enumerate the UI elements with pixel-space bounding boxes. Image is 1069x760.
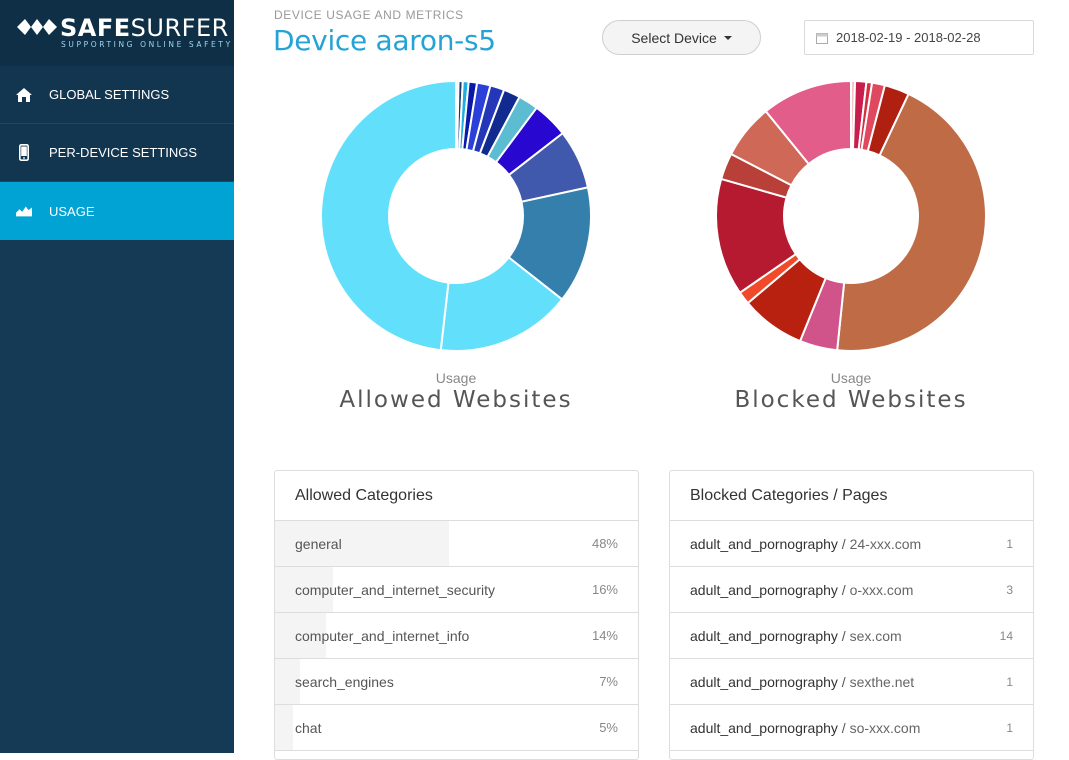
blocked-category: adult_and_pornography — [690, 627, 838, 644]
home-icon — [16, 87, 32, 103]
chart-icon — [16, 203, 32, 219]
brand-name: SAFESURFER — [60, 14, 229, 42]
table-row[interactable]: computer_and_internet_info 14% — [275, 613, 638, 659]
category-percent: 48% — [591, 536, 618, 551]
blocked-count: 1 — [1006, 674, 1013, 689]
category-percent: 16% — [591, 582, 618, 597]
brand-logo[interactable]: SAFESURFER SUPPORTING ONLINE SAFETY — [0, 0, 234, 66]
category-percent: 5% — [599, 720, 618, 735]
brand-tagline: SUPPORTING ONLINE SAFETY — [61, 40, 233, 49]
blocked-categories-panel: Blocked Categories / Pages adult_and_por… — [669, 470, 1034, 760]
table-row[interactable]: adult_and_pornography / o-xxx.com 3 — [670, 567, 1033, 613]
select-device-label: Select Device — [631, 29, 717, 46]
sidebar-item-global-settings[interactable]: GLOBAL SETTINGS — [0, 66, 234, 124]
calendar-icon — [816, 32, 828, 44]
blocked-donut — [715, 79, 987, 352]
category-label: computer_and_internet_info — [295, 627, 470, 644]
table-row[interactable]: general 48% — [275, 521, 638, 567]
category-label: computer_and_internet_security — [295, 581, 496, 598]
category-label: search_engines — [295, 673, 394, 690]
blocked-category: adult_and_pornography — [690, 673, 838, 690]
blocked-count: 3 — [1006, 582, 1013, 597]
usage-bar — [275, 705, 294, 750]
blocked-categories-heading: Blocked Categories / Pages — [670, 471, 1033, 521]
chevron-down-icon — [723, 35, 732, 40]
blocked-count: 1 — [1006, 536, 1013, 551]
blocked-entry: adult_and_pornography / so-xxx.com — [690, 719, 921, 736]
table-row[interactable]: adult_and_pornography / so-xxx.com 1 — [670, 705, 1033, 751]
main-content: DEVICE USAGE AND METRICS Device aaron-s5… — [234, 0, 1069, 760]
page-title: Device aaron-s5 — [273, 24, 496, 57]
table-row[interactable]: adult_and_pornography / sex.com 14 — [670, 613, 1033, 659]
blocked-page: sex.com — [849, 627, 902, 644]
blocked-count: 1 — [1006, 720, 1013, 735]
sidebar-item-label: USAGE — [49, 203, 95, 219]
blocked-page: sexthe.net — [849, 673, 915, 690]
allowed-chart-title: Allowed Websites — [339, 387, 573, 413]
sidebar-item-per-device-settings[interactable]: PER-DEVICE SETTINGS — [0, 124, 234, 182]
allowed-categories-panel: Allowed Categories general 48% computer_… — [274, 470, 639, 760]
allowed-categories-heading: Allowed Categories — [275, 471, 638, 521]
allowed-chart-subtitle: Usage — [435, 370, 477, 386]
select-device-button[interactable]: Select Device — [602, 20, 761, 55]
category-percent: 14% — [591, 628, 618, 643]
page-subtitle: DEVICE USAGE AND METRICS — [274, 8, 464, 22]
table-row[interactable]: adult_and_pornography / 24-xxx.com 1 — [670, 521, 1033, 567]
table-row[interactable]: computer_and_internet_security 16% — [275, 567, 638, 613]
blocked-entry: adult_and_pornography / sexthe.net — [690, 673, 915, 690]
blocked-entry: adult_and_pornography / 24-xxx.com — [690, 535, 922, 552]
table-row[interactable]: chat 5% — [275, 705, 638, 751]
category-label: chat — [295, 719, 322, 736]
allowed-donut — [320, 79, 592, 352]
blocked-chart-title: Blocked Websites — [734, 387, 968, 413]
blocked-page: so-xxx.com — [849, 719, 921, 736]
logo-waves-icon — [17, 19, 57, 35]
sidebar-item-label: PER-DEVICE SETTINGS — [49, 145, 198, 160]
table-row[interactable]: search_engines 7% — [275, 659, 638, 705]
blocked-websites-chart — [715, 79, 987, 352]
allowed-websites-chart — [320, 79, 592, 352]
blocked-entry: adult_and_pornography / sex.com — [690, 627, 902, 644]
date-range-value: 2018-02-19 - 2018-02-28 — [836, 30, 981, 45]
blocked-page: o-xxx.com — [849, 581, 914, 598]
blocked-chart-caption: Usage Blocked Websites — [651, 370, 1051, 413]
date-range-picker[interactable]: 2018-02-19 - 2018-02-28 — [804, 20, 1034, 55]
blocked-entry: adult_and_pornography / o-xxx.com — [690, 581, 914, 598]
phone-icon — [16, 144, 32, 161]
blocked-page: 24-xxx.com — [849, 535, 922, 552]
category-label: general — [295, 535, 342, 552]
blocked-chart-subtitle: Usage — [830, 370, 872, 386]
pie-slice[interactable] — [320, 79, 457, 352]
blocked-count: 14 — [999, 628, 1013, 643]
blocked-category: adult_and_pornography — [690, 535, 838, 552]
sidebar-item-usage[interactable]: USAGE — [0, 182, 234, 240]
sidebar-item-label: GLOBAL SETTINGS — [49, 87, 170, 102]
sidebar: SAFESURFER SUPPORTING ONLINE SAFETY GLOB… — [0, 0, 234, 753]
blocked-category: adult_and_pornography — [690, 581, 838, 598]
table-row[interactable]: adult_and_pornography / sexthe.net 1 — [670, 659, 1033, 705]
allowed-chart-caption: Usage Allowed Websites — [256, 370, 656, 413]
category-percent: 7% — [599, 674, 618, 689]
blocked-category: adult_and_pornography — [690, 719, 838, 736]
